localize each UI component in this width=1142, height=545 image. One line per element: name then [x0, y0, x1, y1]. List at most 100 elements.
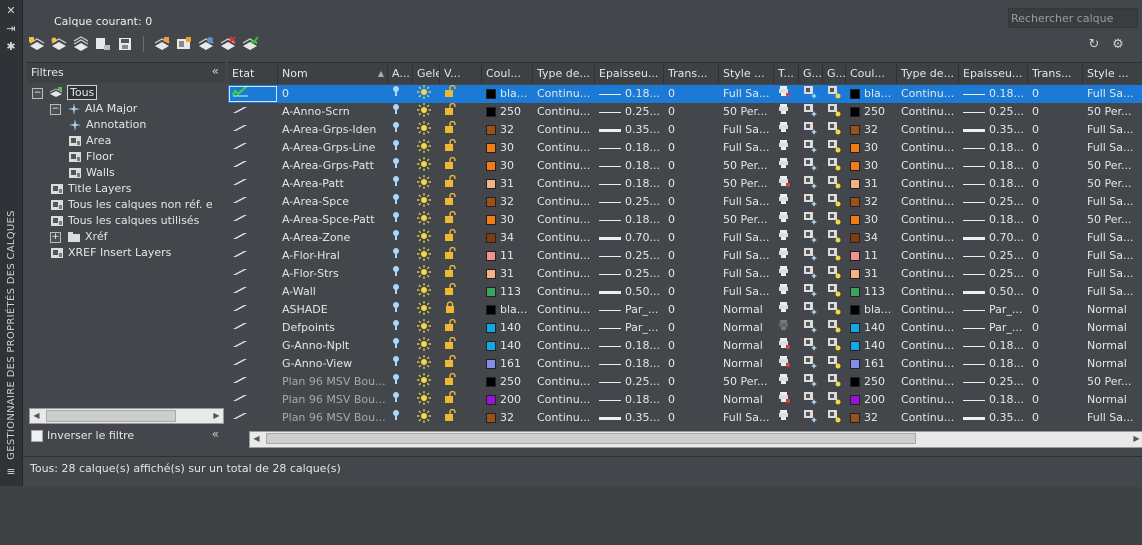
- bulb-on-icon[interactable]: [392, 229, 400, 247]
- col-vp-transparency-header[interactable]: Trans...: [1028, 63, 1083, 84]
- color-value[interactable]: 250: [864, 105, 885, 118]
- color-value[interactable]: 30: [500, 159, 514, 172]
- vp-freeze-sun-icon[interactable]: [827, 337, 841, 355]
- newvp-sun-icon[interactable]: [803, 409, 817, 427]
- transparency-value[interactable]: 0: [1032, 375, 1039, 388]
- col-vp-plotstyle-header[interactable]: Style ...: [1083, 63, 1142, 84]
- newvp-sun-icon[interactable]: [803, 85, 817, 103]
- linetype-value[interactable]: Continu...: [901, 285, 954, 298]
- color-swatch[interactable]: [850, 359, 860, 369]
- layer-row[interactable]: A-Wall 113 Continu... 0.50... 0 Full Sa... 113…: [228, 283, 1142, 301]
- color-swatch[interactable]: [850, 107, 860, 117]
- vp-freeze-sun-icon[interactable]: [827, 319, 841, 337]
- unlock-icon[interactable]: [444, 85, 456, 103]
- newvp-sun-icon[interactable]: [803, 157, 817, 175]
- layer-row[interactable]: A-Area-Zone 34 Continu... 0.70... 0 Full Sa..…: [228, 229, 1142, 247]
- color-value[interactable]: 32: [864, 195, 878, 208]
- filter-tree-label[interactable]: Xréf: [85, 230, 107, 243]
- layer-row[interactable]: Plan 96 MSV Bou... 32 Continu... 0.35... 0 Fu…: [228, 409, 1142, 427]
- color-swatch[interactable]: [850, 287, 860, 297]
- color-value[interactable]: 250: [500, 105, 521, 118]
- lineweight-value[interactable]: Par_...: [989, 303, 1022, 316]
- transparency-value[interactable]: 0: [668, 357, 675, 370]
- color-value[interactable]: 11: [500, 249, 514, 262]
- color-value[interactable]: bla...: [500, 303, 527, 316]
- layer-name[interactable]: Defpoints: [282, 321, 335, 334]
- filter-tree-label[interactable]: Area: [86, 134, 111, 147]
- transparency-value[interactable]: 0: [668, 195, 675, 208]
- layer-row[interactable]: A-Area-Spce 32 Continu... 0.25... 0 Full Sa..…: [228, 193, 1142, 211]
- newvp-sun-icon[interactable]: [803, 103, 817, 121]
- color-value[interactable]: 161: [500, 357, 521, 370]
- linetype-value[interactable]: Continu...: [537, 267, 590, 280]
- plotstyle-value[interactable]: Normal: [723, 357, 763, 370]
- newvp-sun-icon[interactable]: [803, 337, 817, 355]
- bulb-on-icon[interactable]: [392, 85, 400, 103]
- vp-freeze-sun-icon[interactable]: [827, 355, 841, 373]
- plotstyle-value[interactable]: Full Sa...: [1087, 285, 1134, 298]
- col-transparency-header[interactable]: Trans...: [664, 63, 719, 84]
- lineweight-value[interactable]: 0.18...: [989, 393, 1024, 406]
- col-plotstyle-header[interactable]: Style ...: [719, 63, 774, 84]
- lineweight-value[interactable]: 0.18...: [989, 357, 1024, 370]
- color-value[interactable]: 31: [500, 267, 514, 280]
- bulb-on-icon[interactable]: [392, 247, 400, 265]
- layer-row[interactable]: G-Anno-View 161 Continu... 0.18... 0 Normal 16…: [228, 355, 1142, 373]
- color-value[interactable]: bla...: [864, 87, 891, 100]
- layer-row[interactable]: A-Flor-Strs 31 Continu... 0.25... 0 Full Sa..…: [228, 265, 1142, 283]
- properties-icon[interactable]: ✱: [5, 41, 17, 53]
- col-freeze-header[interactable]: Geler: [413, 63, 440, 84]
- vp-freeze-sun-icon[interactable]: [827, 193, 841, 211]
- plot-red-icon[interactable]: [778, 391, 790, 409]
- newvp-sun-icon[interactable]: [803, 247, 817, 265]
- lineweight-value[interactable]: Par_...: [625, 321, 658, 334]
- sun-thaw-icon[interactable]: [417, 373, 431, 391]
- unlock-icon[interactable]: [444, 391, 456, 409]
- transparency-value[interactable]: 0: [668, 213, 675, 226]
- col-lineweight-header[interactable]: Epaisseu...: [595, 63, 664, 84]
- color-swatch[interactable]: [850, 161, 860, 171]
- unlock-icon[interactable]: [444, 283, 456, 301]
- filter-tree-label[interactable]: Tous les calques non réf. e: [68, 198, 213, 211]
- lineweight-value[interactable]: 0.25...: [989, 267, 1024, 280]
- sun-thaw-icon[interactable]: [417, 319, 431, 337]
- lineweight-value[interactable]: 0.18...: [989, 213, 1024, 226]
- bulb-on-icon[interactable]: [392, 265, 400, 283]
- layer-status-icon[interactable]: [232, 283, 248, 301]
- linetype-value[interactable]: Continu...: [537, 285, 590, 298]
- lineweight-value[interactable]: 0.18...: [625, 393, 660, 406]
- color-swatch[interactable]: [850, 305, 860, 315]
- plot-icon[interactable]: [778, 373, 790, 391]
- color-swatch[interactable]: [486, 215, 496, 225]
- bulb-on-icon[interactable]: [392, 211, 400, 229]
- lineweight-value[interactable]: Par_...: [625, 303, 658, 316]
- unlock-icon[interactable]: [444, 103, 456, 121]
- newvp-sun-icon[interactable]: [803, 391, 817, 409]
- color-swatch[interactable]: [486, 341, 496, 351]
- sun-thaw-icon[interactable]: [417, 337, 431, 355]
- unlock-icon[interactable]: [444, 193, 456, 211]
- bulb-on-icon[interactable]: [392, 157, 400, 175]
- expand-node-icon[interactable]: +: [50, 231, 61, 243]
- bulb-on-icon[interactable]: [392, 175, 400, 193]
- lineweight-value[interactable]: 0.25...: [625, 267, 660, 280]
- transparency-value[interactable]: 0: [668, 303, 675, 316]
- layer-name[interactable]: A-Area-Spce: [282, 195, 349, 208]
- plotstyle-value[interactable]: Normal: [1087, 339, 1127, 352]
- noplot-icon[interactable]: [778, 319, 790, 337]
- col-name-header[interactable]: Nom ▲: [278, 63, 388, 84]
- linetype-value[interactable]: Continu...: [537, 339, 590, 352]
- collapse-node-icon[interactable]: −: [50, 103, 61, 115]
- layer-name[interactable]: A-Area-Grps-Patt: [282, 159, 374, 172]
- sun-thaw-icon[interactable]: [417, 409, 431, 427]
- layer-name[interactable]: ASHADE: [282, 303, 328, 316]
- lineweight-value[interactable]: 0.50...: [625, 285, 660, 298]
- vp-freeze-sun-icon[interactable]: [827, 409, 841, 427]
- lock-icon[interactable]: [444, 301, 456, 319]
- color-value[interactable]: 113: [864, 285, 885, 298]
- color-value[interactable]: bla...: [864, 303, 891, 316]
- plotstyle-value[interactable]: 50 Per...: [1087, 375, 1132, 388]
- filter-tree-label[interactable]: Walls: [86, 166, 115, 179]
- plot-red-icon[interactable]: [778, 85, 790, 103]
- plot-red-icon[interactable]: [778, 337, 790, 355]
